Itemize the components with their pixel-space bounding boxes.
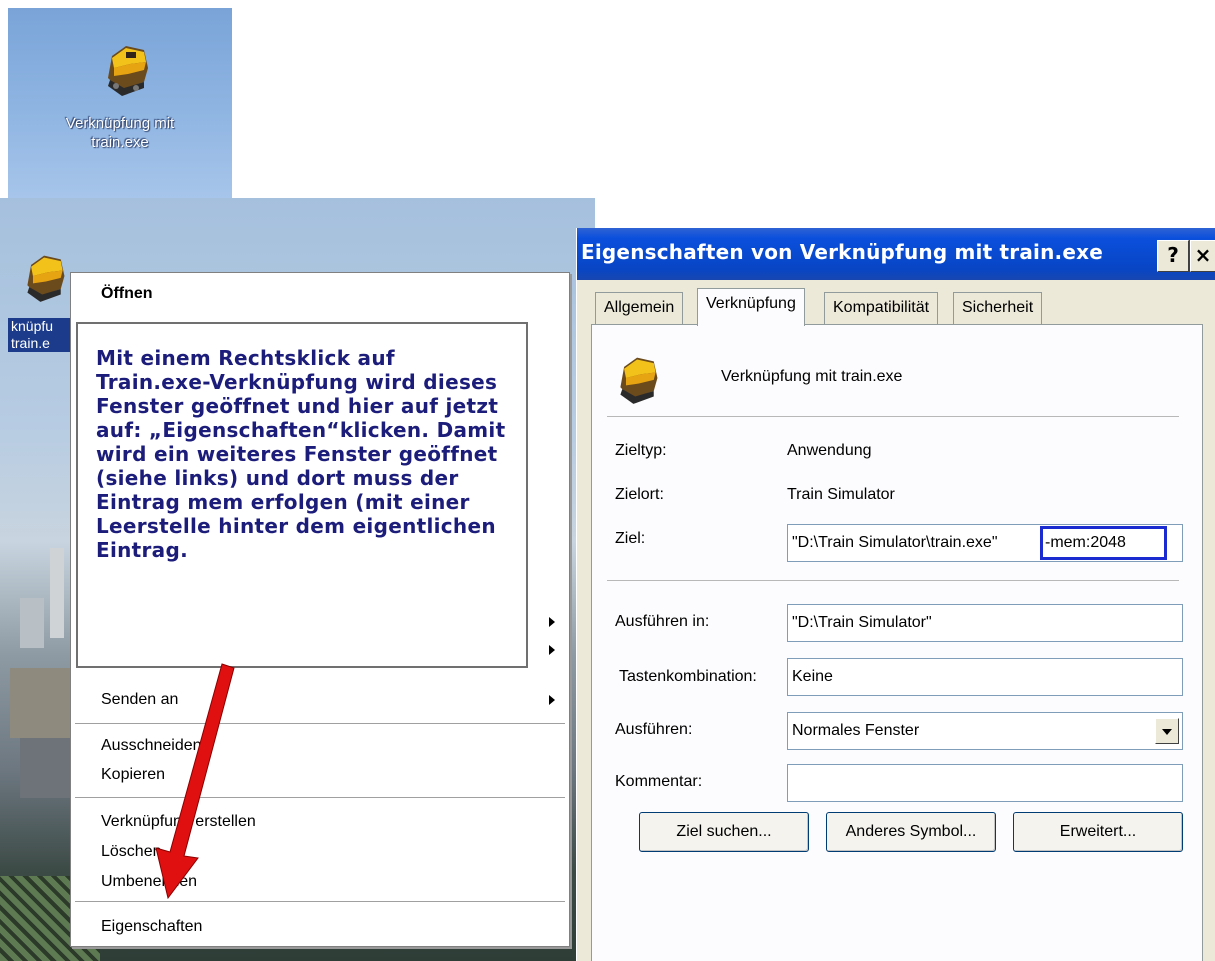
ziel-value: "D:\Train Simulator\train.exe" [792, 534, 998, 551]
menu-item-properties[interactable]: Eigenschaften [101, 914, 202, 940]
ausfuehren-in-label: Ausführen in: [615, 613, 710, 630]
desktop-icon-label[interactable]: Verknüpfung mit train.exe [34, 114, 206, 152]
dialog-titlebar[interactable]: Eigenschaften von Verknüpfung mit train.… [577, 228, 1215, 280]
submenu-arrow-icon [549, 695, 555, 705]
ziel-label: Ziel: [615, 530, 646, 547]
anderes-symbol-button[interactable]: Anderes Symbol... [826, 812, 996, 852]
chevron-down-icon[interactable] [1155, 718, 1179, 744]
ziel-mem-parameter-highlight[interactable]: -mem:2048 [1040, 526, 1167, 560]
annotation-box: Mit einem Rechtsklick auf Train.exe-Verk… [76, 322, 528, 668]
dialog-title: Eigenschaften von Verknüpfung mit train.… [581, 240, 1103, 264]
ziel-suchen-button[interactable]: Ziel suchen... [639, 812, 809, 852]
zielort-value: Train Simulator [787, 486, 895, 503]
desktop-preview-tile: Verknüpfung mit train.exe [8, 8, 232, 198]
ausfuehren-in-input[interactable]: "D:\Train Simulator" [787, 604, 1183, 642]
ausfuehren-select[interactable]: Normales Fenster [787, 712, 1183, 750]
train-locomotive-icon [620, 357, 658, 404]
menu-separator [75, 901, 565, 902]
shortcut-name: Verknüpfung mit train.exe [721, 368, 903, 385]
zieltyp-value: Anwendung [787, 442, 872, 459]
help-button[interactable]: ? [1157, 240, 1189, 272]
desktop-icon-label-selected[interactable]: knüpfu train.e [8, 318, 78, 352]
tab-kompatibilitaet[interactable]: Kompatibilität [824, 292, 939, 324]
train-locomotive-icon[interactable] [20, 248, 70, 304]
tab-panel-verknuepfung [591, 324, 1203, 961]
zieltyp-label: Zieltyp: [615, 442, 667, 459]
tab-verknuepfung[interactable]: Verknüpfung [697, 288, 805, 326]
tab-allgemein[interactable]: Allgemein [595, 292, 684, 324]
submenu-arrow-icon [549, 617, 555, 627]
ausfuehren-value: Normales Fenster [792, 722, 920, 739]
train-locomotive-icon[interactable] [100, 38, 154, 98]
kommentar-input[interactable] [787, 764, 1183, 802]
tastenkombination-label: Tastenkombination: [619, 668, 757, 685]
kommentar-label: Kommentar: [615, 773, 703, 790]
tastenkombination-input[interactable]: Keine [787, 658, 1183, 696]
submenu-arrow-icon [549, 645, 555, 655]
divider [607, 416, 1179, 417]
zielort-label: Zielort: [615, 486, 664, 503]
red-arrow-annotation [155, 663, 235, 900]
tab-sicherheit[interactable]: Sicherheit [953, 292, 1043, 324]
menu-item-open[interactable]: Öffnen [101, 281, 153, 307]
divider [607, 580, 1179, 581]
erweitert-button[interactable]: Erweitert... [1013, 812, 1183, 852]
close-button[interactable]: × [1190, 240, 1215, 272]
ausfuehren-label: Ausführen: [615, 721, 693, 738]
properties-dialog: Eigenschaften von Verknüpfung mit train.… [576, 228, 1215, 961]
